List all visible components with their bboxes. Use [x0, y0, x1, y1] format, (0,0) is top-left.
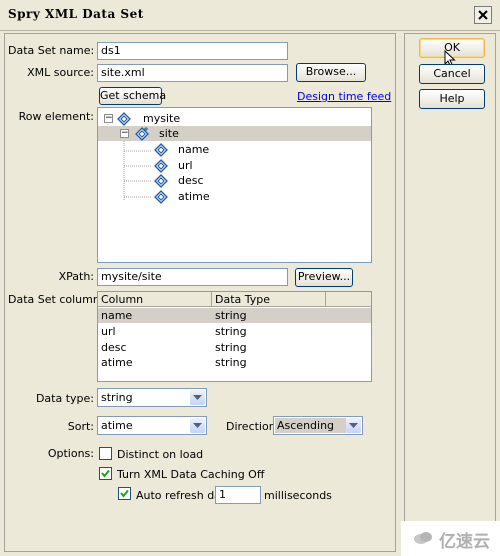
xpath-label: XPath: [58, 270, 94, 283]
dataset-name-label: Data Set name: [8, 44, 95, 57]
autorefresh-input[interactable]: 1 [215, 486, 261, 504]
xml-source-input[interactable]: site.xml [97, 64, 288, 82]
distinct-checkbox[interactable] [99, 447, 112, 460]
tree-node-label: atime [178, 190, 210, 203]
design-time-feed-link[interactable]: Design time feed [297, 90, 391, 103]
columns-label: Data Set columns: [8, 293, 110, 306]
direction-select[interactable]: Ascending [273, 416, 363, 435]
row-element-tree[interactable]: − mysite − site name url desc atime [97, 107, 372, 263]
sort-select[interactable]: atime [97, 416, 207, 435]
table-row[interactable]: url string [98, 324, 371, 339]
tree-node-label: url [178, 159, 193, 172]
collapse-icon[interactable]: − [120, 129, 129, 138]
element-icon [154, 190, 168, 204]
cell-column: name [101, 309, 133, 322]
data-type-select[interactable]: string [97, 388, 207, 407]
element-icon [117, 112, 131, 126]
cancel-button[interactable]: Cancel [419, 64, 485, 84]
get-schema-button[interactable]: Get schema [99, 87, 166, 105]
cell-datatype: string [215, 325, 247, 338]
tree-node-label: site [159, 127, 179, 140]
sort-value: atime [101, 419, 133, 432]
tree-node-atime[interactable]: atime [98, 189, 371, 204]
spare-header [326, 292, 371, 307]
cell-column: atime [101, 356, 133, 369]
column-header[interactable]: Column [98, 292, 212, 307]
element-icon [154, 174, 168, 188]
tree-node-desc[interactable]: desc [98, 173, 371, 188]
cell-column: url [101, 325, 116, 338]
table-row[interactable]: desc string [98, 340, 371, 355]
tree-node-name[interactable]: name [98, 142, 371, 157]
data-type-value: string [101, 391, 133, 404]
autorefresh-checkbox[interactable] [118, 487, 131, 500]
element-icon [154, 159, 168, 173]
watermark-text: 亿速云 [439, 532, 490, 552]
datatype-header[interactable]: Data Type [212, 292, 326, 307]
title-bar: Spry XML Data Set [0, 0, 500, 31]
chevron-down-icon[interactable] [190, 390, 205, 405]
direction-label: Direction: [226, 420, 280, 433]
tree-node-mysite[interactable]: − mysite [98, 111, 371, 126]
collapse-icon[interactable]: − [104, 114, 113, 123]
tree-node-label: desc [178, 174, 204, 187]
columns-table[interactable]: Column Data Type name string url string … [97, 291, 372, 382]
xpath-input[interactable]: mysite/site [97, 268, 288, 286]
chevron-down-icon[interactable] [346, 418, 361, 433]
autorefresh-unit: milliseconds [264, 489, 332, 502]
cell-column: desc [101, 341, 127, 354]
row-element-label: Row element: [18, 110, 94, 123]
sort-label: Sort: [67, 420, 94, 433]
table-row[interactable]: name string [98, 308, 371, 323]
button-panel [404, 33, 496, 552]
caching-label: Turn XML Data Caching Off [117, 468, 265, 481]
dataset-name-input[interactable]: ds1 [97, 42, 288, 60]
direction-value: Ascending [277, 419, 335, 432]
xml-source-label: XML source: [27, 66, 94, 79]
tree-node-site[interactable]: − site [98, 126, 371, 141]
element-icon [154, 143, 168, 157]
tree-node-label: mysite [143, 112, 181, 125]
preview-button[interactable]: Preview... [295, 268, 353, 287]
repeating-element-icon [135, 127, 149, 141]
close-button[interactable] [474, 6, 492, 24]
distinct-label: Distinct on load [117, 448, 204, 461]
help-button[interactable]: Help [419, 89, 485, 109]
watermark: 亿速云 [401, 521, 500, 556]
table-row[interactable]: atime string [98, 355, 371, 370]
caching-checkbox[interactable] [99, 467, 112, 480]
data-type-label: Data type: [35, 392, 94, 405]
tree-node-url[interactable]: url [98, 158, 371, 173]
cell-datatype: string [215, 356, 247, 369]
check-icon [120, 489, 129, 498]
watermark-logo-icon [413, 530, 433, 549]
cell-datatype: string [215, 309, 247, 322]
cell-datatype: string [215, 341, 247, 354]
browse-button[interactable]: Browse... [296, 63, 366, 82]
chevron-down-icon[interactable] [190, 418, 205, 433]
tree-node-label: name [178, 143, 210, 156]
options-label: Options: [47, 447, 94, 460]
window-title: Spry XML Data Set [8, 7, 144, 21]
check-icon [101, 469, 110, 478]
